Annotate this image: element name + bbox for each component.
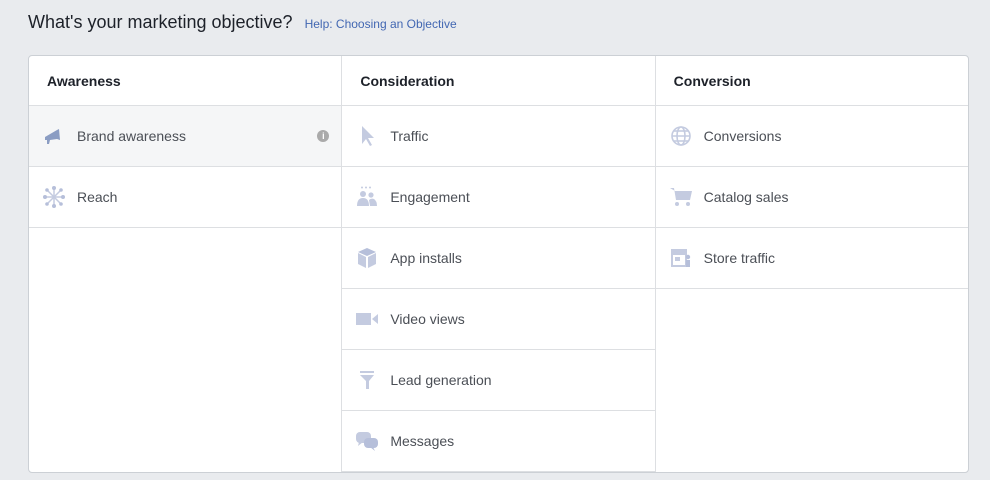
column-header: Awareness [29,56,342,106]
people-icon [354,185,380,209]
help-link[interactable]: Help: Choosing an Objective [305,17,457,31]
globe-icon [668,124,694,148]
store-icon [668,246,694,270]
reach-icon [41,185,67,209]
video-camera-icon [354,307,380,331]
objective-traffic[interactable]: Traffic [342,106,655,167]
objective-label: Video views [390,311,465,327]
column-awareness: Awareness Brand awareness i Reach [29,56,343,472]
column-consideration: Consideration Traffic Engagement App ins… [342,56,656,472]
objective-video-views[interactable]: Video views [342,289,655,350]
header: What's your marketing objective? Help: C… [28,12,457,33]
objective-engagement[interactable]: Engagement [342,167,655,228]
chat-bubbles-icon [354,429,380,453]
objective-label: Brand awareness [77,128,186,144]
objective-conversions[interactable]: Conversions [655,106,968,167]
objective-label: Messages [390,433,455,449]
column-conversion: Conversion Conversions Catalog sales Sto… [655,56,968,472]
objective-reach[interactable]: Reach [29,167,342,228]
objective-app-installs[interactable]: App installs [342,228,655,289]
objective-label: Lead generation [390,372,492,388]
megaphone-icon [41,124,67,148]
objective-store-traffic[interactable]: Store traffic [655,228,968,289]
column-header: Conversion [655,56,968,106]
funnel-icon [354,368,380,392]
info-icon[interactable]: i [317,130,330,142]
objective-table: Awareness Brand awareness i Reach Consid… [28,55,969,473]
page-title: What's your marketing objective? [28,12,293,32]
objective-label: Store traffic [703,250,775,266]
objective-label: Reach [77,189,118,205]
objective-label: Catalog sales [703,189,789,205]
objective-label: Conversions [703,128,782,144]
objective-lead-generation[interactable]: Lead generation [342,350,655,411]
objective-label: Engagement [390,189,470,205]
cursor-icon [354,124,380,148]
objective-label: App installs [390,250,462,266]
objective-messages[interactable]: Messages [342,411,655,472]
column-header: Consideration [342,56,655,106]
objective-label: Traffic [390,128,429,144]
objective-catalog-sales[interactable]: Catalog sales [655,167,968,228]
cart-icon [668,185,694,209]
objective-brand-awareness[interactable]: Brand awareness i [29,106,342,167]
box-icon [354,246,380,270]
